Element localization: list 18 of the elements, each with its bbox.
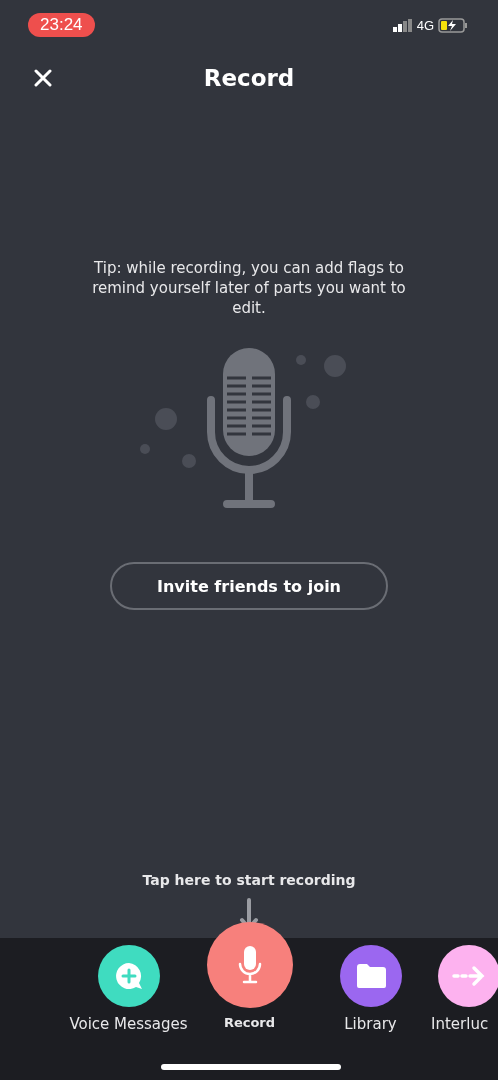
invite-button[interactable]: Invite friends to join (110, 562, 388, 610)
tab-label: Interluc (431, 1015, 489, 1033)
tip-text: Tip: while recording, you can add flags to remind yourself later of parts you want to edit. (91, 258, 407, 318)
tab-label: Library (344, 1015, 397, 1033)
battery-charging-icon (438, 17, 468, 33)
status-time: 23:24 (28, 13, 95, 37)
close-icon[interactable] (34, 69, 52, 87)
arrow-tab-button[interactable] (438, 945, 498, 1007)
chat-plus-icon (113, 961, 144, 991)
signal-icon (392, 18, 413, 32)
folder-icon (354, 963, 387, 989)
page-title: Record (203, 65, 295, 91)
tab-label: Voice Messages (69, 1015, 188, 1033)
dashed-arrow-icon (452, 964, 486, 988)
hint-text: Tap here to start recording (142, 872, 356, 888)
network-type: 4G (416, 17, 434, 33)
tab-label: Record (223, 1015, 276, 1030)
microphone-icon (237, 946, 262, 984)
